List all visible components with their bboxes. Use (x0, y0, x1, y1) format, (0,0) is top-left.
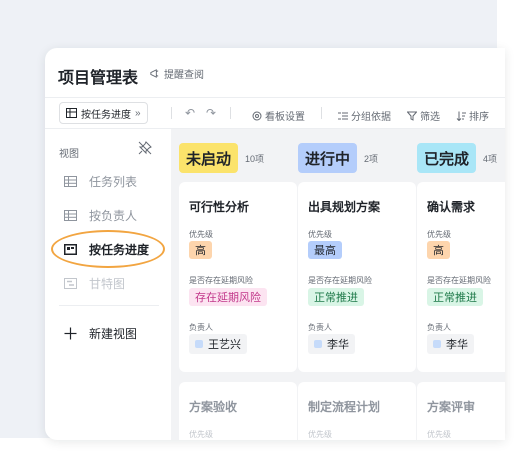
card-title: 方案评审 (427, 400, 476, 414)
sidebar-item-task-list[interactable]: 任务列表 (63, 173, 137, 190)
owner-name: 李华 (327, 339, 349, 351)
card-title: 方案验收 (189, 400, 238, 414)
owner-name: 李华 (446, 339, 468, 351)
sidebar-item-by-owner[interactable]: 按负责人 (63, 207, 137, 224)
item-count: 4项 (483, 153, 498, 164)
current-view-label: 按任务进度 (81, 109, 131, 121)
priority-badge: 高 (189, 241, 212, 259)
kanban-card[interactable]: 方案评审 优先级 (417, 382, 505, 440)
owner-chip: 李华 (427, 334, 474, 354)
divider (59, 305, 159, 306)
card-title: 可行性分析 (189, 200, 250, 214)
sidebar-item-label: 甘特图 (89, 277, 126, 291)
kanban-card[interactable]: 可行性分析 优先级 高 是否存在延期风险 存在延期风险 负责人 王艺兴 (179, 182, 297, 372)
column-header: 进行中 2项 (298, 143, 378, 173)
divider (171, 107, 172, 119)
item-count: 10项 (245, 153, 265, 164)
field-label: 优先级 (308, 430, 332, 439)
page-title: 项目管理表 (58, 70, 139, 87)
filter-button[interactable]: 筛选 (407, 108, 440, 123)
table-icon (66, 108, 77, 118)
owner-chip: 李华 (308, 334, 355, 354)
card-title: 制定流程计划 (308, 400, 381, 414)
toolbar: 按任务进度 » ↶ ↷ 看板设置 分组依据 筛选 排序 (45, 98, 505, 128)
kanban-card[interactable]: 方案验收 优先级 (179, 382, 297, 440)
divider (321, 107, 322, 119)
card-title: 出具规划方案 (308, 200, 381, 214)
sidebar-item-gantt[interactable]: 甘特图 (63, 275, 125, 292)
field-label: 负责人 (189, 323, 213, 332)
table-icon (63, 209, 77, 223)
risk-badge: 正常推进 (427, 288, 483, 306)
kanban-card[interactable]: 制定流程计划 优先级 (298, 382, 416, 440)
field-label: 优先级 (427, 230, 451, 239)
sort-label: 排序 (469, 112, 489, 123)
avatar (314, 340, 322, 348)
kanban-settings-label: 看板设置 (265, 112, 305, 123)
field-label: 是否存在延期风险 (427, 276, 491, 285)
remind-label: 提醒查阅 (164, 70, 204, 81)
sort-button[interactable]: 排序 (456, 108, 489, 123)
remind-button[interactable]: 提醒查阅 (149, 66, 204, 81)
field-label: 优先级 (189, 430, 213, 439)
avatar (433, 340, 441, 348)
field-label: 优先级 (427, 430, 451, 439)
group-icon (338, 112, 348, 119)
settings-icon (252, 111, 262, 120)
new-view-label: 新建视图 (89, 327, 138, 341)
current-view-selector[interactable]: 按任务进度 » (59, 102, 148, 124)
status-tag: 进行中 (298, 143, 358, 173)
filter-icon (407, 111, 417, 121)
field-label: 负责人 (308, 323, 332, 332)
app-window: 项目管理表 提醒查阅 按任务进度 » ↶ ↷ 看板设置 分组依据 筛选 排序 视… (45, 48, 505, 440)
item-count: 2项 (364, 153, 379, 164)
view-sidebar: 视图 任务列表 按负责人 按任务进度 甘特图 新建视图 (45, 129, 171, 440)
owner-chip: 王艺兴 (189, 334, 247, 354)
kanban-card[interactable]: 出具规划方案 优先级 最高 是否存在延期风险 正常推进 负责人 李华 (298, 182, 416, 372)
undo-button[interactable]: ↶ (185, 106, 195, 120)
plus-icon (63, 327, 77, 341)
filter-label: 筛选 (420, 112, 440, 123)
highlight-ring (51, 230, 165, 268)
kanban-card[interactable]: 确认需求 优先级 高 是否存在延期风险 正常推进 负责人 李华 (417, 182, 505, 372)
pin-icon[interactable] (138, 141, 152, 160)
status-tag: 未启动 (179, 143, 239, 173)
field-label: 是否存在延期风险 (189, 276, 253, 285)
kanban-board: 未启动 10项 可行性分析 优先级 高 是否存在延期风险 存在延期风险 负责人 … (171, 129, 505, 440)
status-tag: 已完成 (417, 143, 477, 173)
group-by-label: 分组依据 (351, 112, 391, 123)
column-header: 未启动 10项 (179, 143, 264, 173)
sidebar-item-label: 按负责人 (89, 209, 138, 223)
table-icon (63, 175, 77, 189)
sort-icon (456, 111, 466, 121)
gantt-icon (63, 277, 77, 291)
collapse-sidebar-icon[interactable]: » (135, 108, 141, 119)
avatar (195, 340, 203, 348)
kanban-settings-button[interactable]: 看板设置 (252, 108, 305, 123)
field-label: 负责人 (427, 323, 451, 332)
divider (230, 107, 231, 119)
group-by-button[interactable]: 分组依据 (338, 108, 391, 123)
owner-name: 王艺兴 (208, 339, 241, 351)
field-label: 优先级 (308, 230, 332, 239)
bell-icon (150, 69, 159, 78)
field-label: 是否存在延期风险 (308, 276, 372, 285)
sidebar-item-label: 任务列表 (89, 175, 138, 189)
field-label: 优先级 (189, 230, 213, 239)
new-view-button[interactable]: 新建视图 (63, 325, 137, 342)
priority-badge: 高 (427, 241, 450, 259)
risk-badge: 存在延期风险 (189, 288, 267, 306)
redo-button[interactable]: ↷ (206, 106, 216, 120)
priority-badge: 最高 (308, 241, 342, 259)
column-header: 已完成 4项 (417, 143, 497, 173)
sidebar-header: 视图 (59, 149, 79, 160)
risk-badge: 正常推进 (308, 288, 364, 306)
card-title: 确认需求 (427, 200, 476, 214)
